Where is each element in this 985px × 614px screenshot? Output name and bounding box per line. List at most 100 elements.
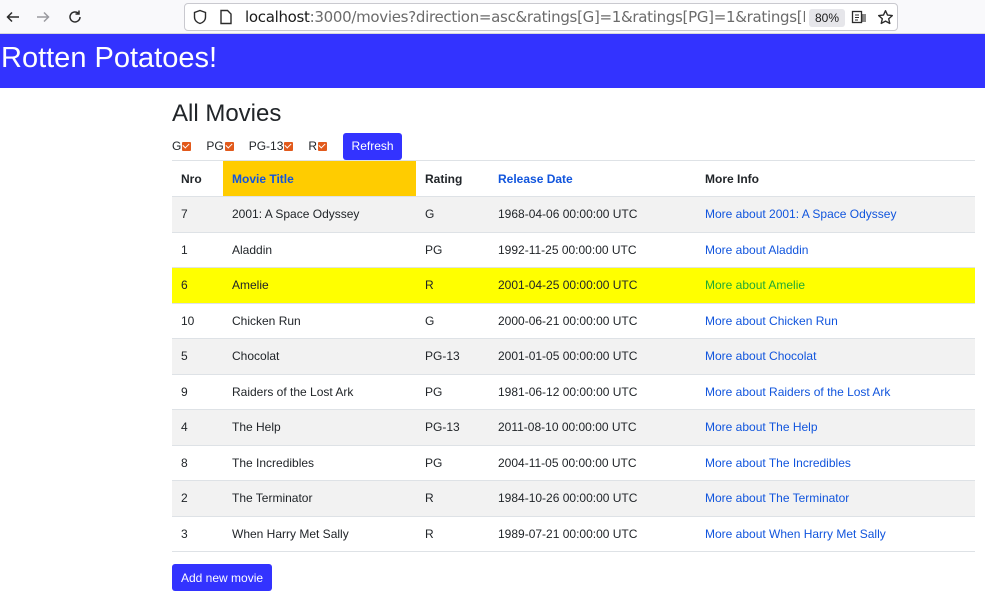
column-header-nro: Nro <box>172 160 223 197</box>
cell-title: The Help <box>223 409 416 446</box>
table-header-row: Nro Movie Title Rating Release Date More… <box>172 160 975 197</box>
cell-rating: PG <box>416 374 489 410</box>
more-info-link[interactable]: More about When Harry Met Sally <box>705 527 886 541</box>
cell-more-info: More about 2001: A Space Odyssey <box>696 196 975 233</box>
table-row: 3 When Harry Met Sally R 1989-07-21 00:0… <box>172 516 975 552</box>
forward-button[interactable] <box>31 5 55 29</box>
filter-label: PG <box>206 139 224 153</box>
url-host: localhost <box>245 8 310 26</box>
table-row: 1 Aladdin PG 1992-11-25 00:00:00 UTC Mor… <box>172 232 975 268</box>
cell-release-date: 1992-11-25 00:00:00 UTC <box>489 232 696 268</box>
cell-release-date: 2000-06-21 00:00:00 UTC <box>489 303 696 339</box>
url-text[interactable]: localhost:3000/movies?direction=asc&rati… <box>245 8 805 26</box>
back-button[interactable] <box>1 5 25 29</box>
movies-table: Nro Movie Title Rating Release Date More… <box>172 160 975 552</box>
cell-title: Raiders of the Lost Ark <box>223 374 416 410</box>
url-path: :3000/movies?direction=asc&ratings[G]=1&… <box>309 8 805 26</box>
filter-pg-13[interactable]: PG-13 <box>249 139 294 153</box>
zoom-level-badge[interactable]: 80% <box>809 9 846 27</box>
cell-title: The Incredibles <box>223 445 416 481</box>
add-new-movie-button[interactable]: Add new movie <box>172 564 273 591</box>
table-row: 5 Chocolat PG-13 2001-01-05 00:00:00 UTC… <box>172 338 975 375</box>
page-title: All Movies <box>172 100 282 127</box>
cell-more-info: More about Chicken Run <box>696 303 975 339</box>
cell-release-date: 1968-04-06 00:00:00 UTC <box>489 196 696 233</box>
arrow-right-icon <box>37 11 50 23</box>
cell-rating: G <box>416 196 489 233</box>
reader-view-icon[interactable] <box>851 9 867 25</box>
cell-nro: 2 <box>172 480 223 517</box>
cell-rating: PG <box>416 445 489 481</box>
more-info-link[interactable]: More about The Incredibles <box>705 456 851 470</box>
cell-release-date: 1981-06-12 00:00:00 UTC <box>489 374 696 410</box>
cell-title: 2001: A Space Odyssey <box>223 196 416 233</box>
filter-pg[interactable]: PG <box>206 139 234 153</box>
more-info-link[interactable]: More about Raiders of the Lost Ark <box>705 385 890 399</box>
checkbox-pg[interactable] <box>224 141 234 151</box>
column-header-release-date[interactable]: Release Date <box>489 160 696 197</box>
cell-release-date: 2004-11-05 00:00:00 UTC <box>489 445 696 481</box>
cell-rating: R <box>416 516 489 552</box>
page-icon[interactable] <box>219 9 233 25</box>
table-row: 6 Amelie R 2001-04-25 00:00:00 UTC More … <box>172 267 975 304</box>
cell-more-info: More about Aladdin <box>696 232 975 268</box>
cell-rating: PG-13 <box>416 338 489 375</box>
cell-more-info: More about The Terminator <box>696 480 975 517</box>
cell-nro: 10 <box>172 303 223 339</box>
cell-title: Chicken Run <box>223 303 416 339</box>
checkbox-g[interactable] <box>182 141 192 151</box>
more-info-link[interactable]: More about Amelie <box>705 278 805 292</box>
reload-icon <box>69 10 81 23</box>
more-info-link[interactable]: More about The Help <box>705 420 818 434</box>
cell-more-info: More about Raiders of the Lost Ark <box>696 374 975 410</box>
cell-nro: 5 <box>172 338 223 375</box>
more-info-link[interactable]: More about Chicken Run <box>705 314 838 328</box>
cell-more-info: More about When Harry Met Sally <box>696 516 975 552</box>
more-info-link[interactable]: More about Chocolat <box>705 349 816 363</box>
cell-title: Aladdin <box>223 232 416 268</box>
cell-nro: 9 <box>172 374 223 410</box>
site-title: Rotten Potatoes! <box>1 42 218 74</box>
cell-nro: 3 <box>172 516 223 552</box>
checkbox-r[interactable] <box>318 141 328 151</box>
address-bar[interactable]: localhost:3000/movies?direction=asc&rati… <box>184 3 898 31</box>
cell-release-date: 1984-10-26 00:00:00 UTC <box>489 480 696 517</box>
refresh-button[interactable]: Refresh <box>343 132 403 160</box>
cell-more-info: More about The Help <box>696 409 975 446</box>
column-header-rating: Rating <box>416 160 489 197</box>
cell-more-info: More about Chocolat <box>696 338 975 375</box>
column-header-title[interactable]: Movie Title <box>223 160 416 197</box>
table-row: 4 The Help PG-13 2011-08-10 00:00:00 UTC… <box>172 409 975 446</box>
cell-title: When Harry Met Sally <box>223 516 416 552</box>
cell-rating: R <box>416 480 489 517</box>
shield-icon[interactable] <box>192 9 208 25</box>
checkbox-pg-13[interactable] <box>284 141 294 151</box>
more-info-link[interactable]: More about Aladdin <box>705 243 808 257</box>
table-row: 10 Chicken Run G 2000-06-21 00:00:00 UTC… <box>172 303 975 339</box>
cell-rating: R <box>416 267 489 304</box>
cell-rating: PG <box>416 232 489 268</box>
more-info-link[interactable]: More about The Terminator <box>705 491 849 505</box>
more-info-link[interactable]: More about 2001: A Space Odyssey <box>705 207 896 221</box>
reload-button[interactable] <box>63 5 87 29</box>
filter-label: PG-13 <box>248 139 284 153</box>
table-row: 7 2001: A Space Odyssey G 1968-04-06 00:… <box>172 196 975 233</box>
filter-label: R <box>308 139 318 153</box>
cell-more-info: More about Amelie <box>696 267 975 304</box>
column-header-more-info: More Info <box>696 160 975 197</box>
arrow-left-icon <box>6 11 19 23</box>
cell-title: Chocolat <box>223 338 416 375</box>
filter-g[interactable]: G <box>172 139 192 153</box>
table-row: 2 The Terminator R 1984-10-26 00:00:00 U… <box>172 480 975 517</box>
cell-rating: G <box>416 303 489 339</box>
cell-title: Amelie <box>223 267 416 304</box>
browser-toolbar: localhost:3000/movies?direction=asc&rati… <box>0 0 985 34</box>
cell-more-info: More about The Incredibles <box>696 445 975 481</box>
cell-nro: 7 <box>172 196 223 233</box>
filter-r[interactable]: R <box>308 139 328 153</box>
cell-release-date: 2011-08-10 00:00:00 UTC <box>489 409 696 446</box>
filter-label: G <box>172 139 182 153</box>
cell-nro: 4 <box>172 409 223 446</box>
star-icon[interactable] <box>877 9 894 26</box>
cell-nro: 1 <box>172 232 223 268</box>
